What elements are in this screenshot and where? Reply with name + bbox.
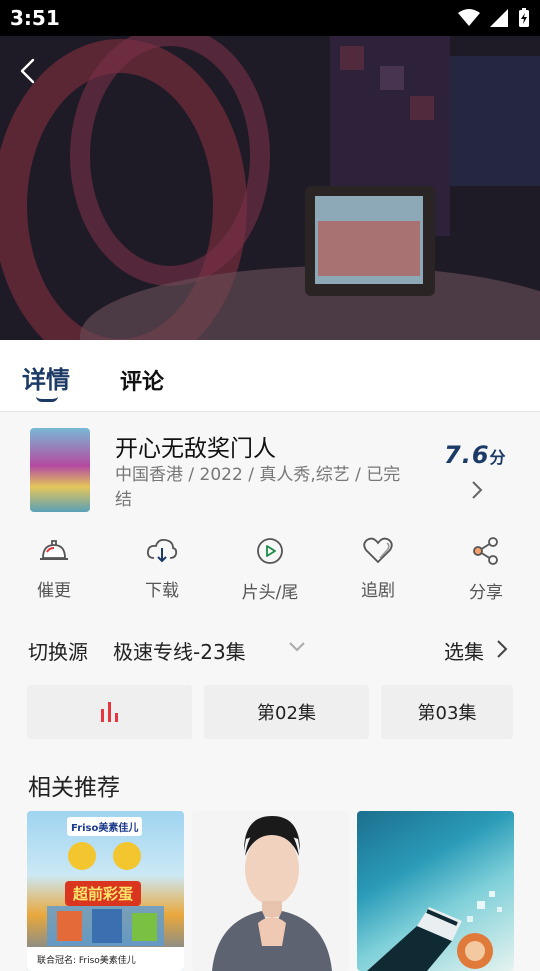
share-icon <box>473 537 498 565</box>
signal-icon <box>490 9 508 27</box>
tab-details[interactable]: 详情 <box>22 360 70 395</box>
show-info[interactable]: 开心无敌奖门人 中国香港 / 2022 / 真人秀,综艺 / 已完结 7.6分 <box>0 413 540 523</box>
show-meta: 中国香港 / 2022 / 真人秀,综艺 / 已完结 <box>115 465 401 510</box>
skip-intro-outro-label: 片头/尾 <box>241 583 299 603</box>
chevron-right-icon[interactable] <box>467 479 487 501</box>
wifi-icon <box>458 9 480 26</box>
score-unit: 分 <box>489 448 507 467</box>
bell-icon <box>40 540 68 560</box>
recommend-card[interactable] <box>192 811 349 971</box>
episode-list: 第02集 第03集 <box>0 685 540 739</box>
source-label: 切换源 <box>28 640 88 664</box>
download-label: 下载 <box>145 581 179 601</box>
episode-playing[interactable] <box>27 685 192 739</box>
follow-show-label: 追剧 <box>361 581 395 601</box>
status-bar: 3:51 <box>0 0 540 36</box>
download-button[interactable]: 下载 <box>108 530 216 610</box>
recommend-card[interactable]: Friso美素佳儿 超前彩蛋 联合冠名: Friso美素佳儿 <box>27 811 184 971</box>
cloud-download-icon <box>146 538 178 563</box>
card-footer-label: 联合冠名: Friso美素佳儿 <box>27 947 184 971</box>
share-label: 分享 <box>469 583 503 603</box>
show-title: 开心无敌奖门人 <box>115 436 276 462</box>
recommend-card[interactable] <box>357 811 514 971</box>
source-select[interactable]: 极速专线-23集 <box>113 636 246 665</box>
status-time: 3:51 <box>10 6 60 30</box>
remind-update-button[interactable]: 催更 <box>0 530 108 610</box>
source-row: 切换源 极速专线-23集 选集 <box>0 630 540 670</box>
card-poster-image <box>367 891 502 971</box>
video-player[interactable] <box>0 36 540 340</box>
show-score: 7.6分 <box>444 441 507 469</box>
card-banner-label: 超前彩蛋 <box>65 881 142 906</box>
show-poster-image <box>30 428 90 512</box>
heart-icon <box>363 537 393 564</box>
episode-item[interactable]: 第03集 <box>381 685 513 739</box>
share-button[interactable]: 分享 <box>432 530 540 610</box>
recommend-title: 相关推荐 <box>28 775 120 801</box>
play-circle-icon <box>257 538 283 564</box>
chevron-down-icon[interactable] <box>287 640 307 654</box>
tab-active-indicator <box>36 396 58 402</box>
score-value: 7.6 <box>444 441 490 469</box>
remind-update-label: 催更 <box>37 581 71 601</box>
skip-intro-outro-button[interactable]: 片头/尾 <box>216 530 324 610</box>
chevron-right-icon[interactable] <box>494 638 510 660</box>
episode-item[interactable]: 第02集 <box>204 685 369 739</box>
video-frame-image <box>0 36 540 340</box>
action-bar: 催更 下载 片头/尾 追剧 分享 <box>0 530 540 610</box>
card-poster-image <box>192 811 349 971</box>
episode-select-button[interactable]: 选集 <box>444 636 484 665</box>
tab-bar: 详情 评论 <box>0 340 540 412</box>
follow-show-button[interactable]: 追剧 <box>324 530 432 610</box>
battery-icon <box>519 8 529 27</box>
playing-bars-icon <box>100 702 118 722</box>
tab-comments[interactable]: 评论 <box>120 364 164 396</box>
back-arrow-icon[interactable] <box>14 56 44 86</box>
